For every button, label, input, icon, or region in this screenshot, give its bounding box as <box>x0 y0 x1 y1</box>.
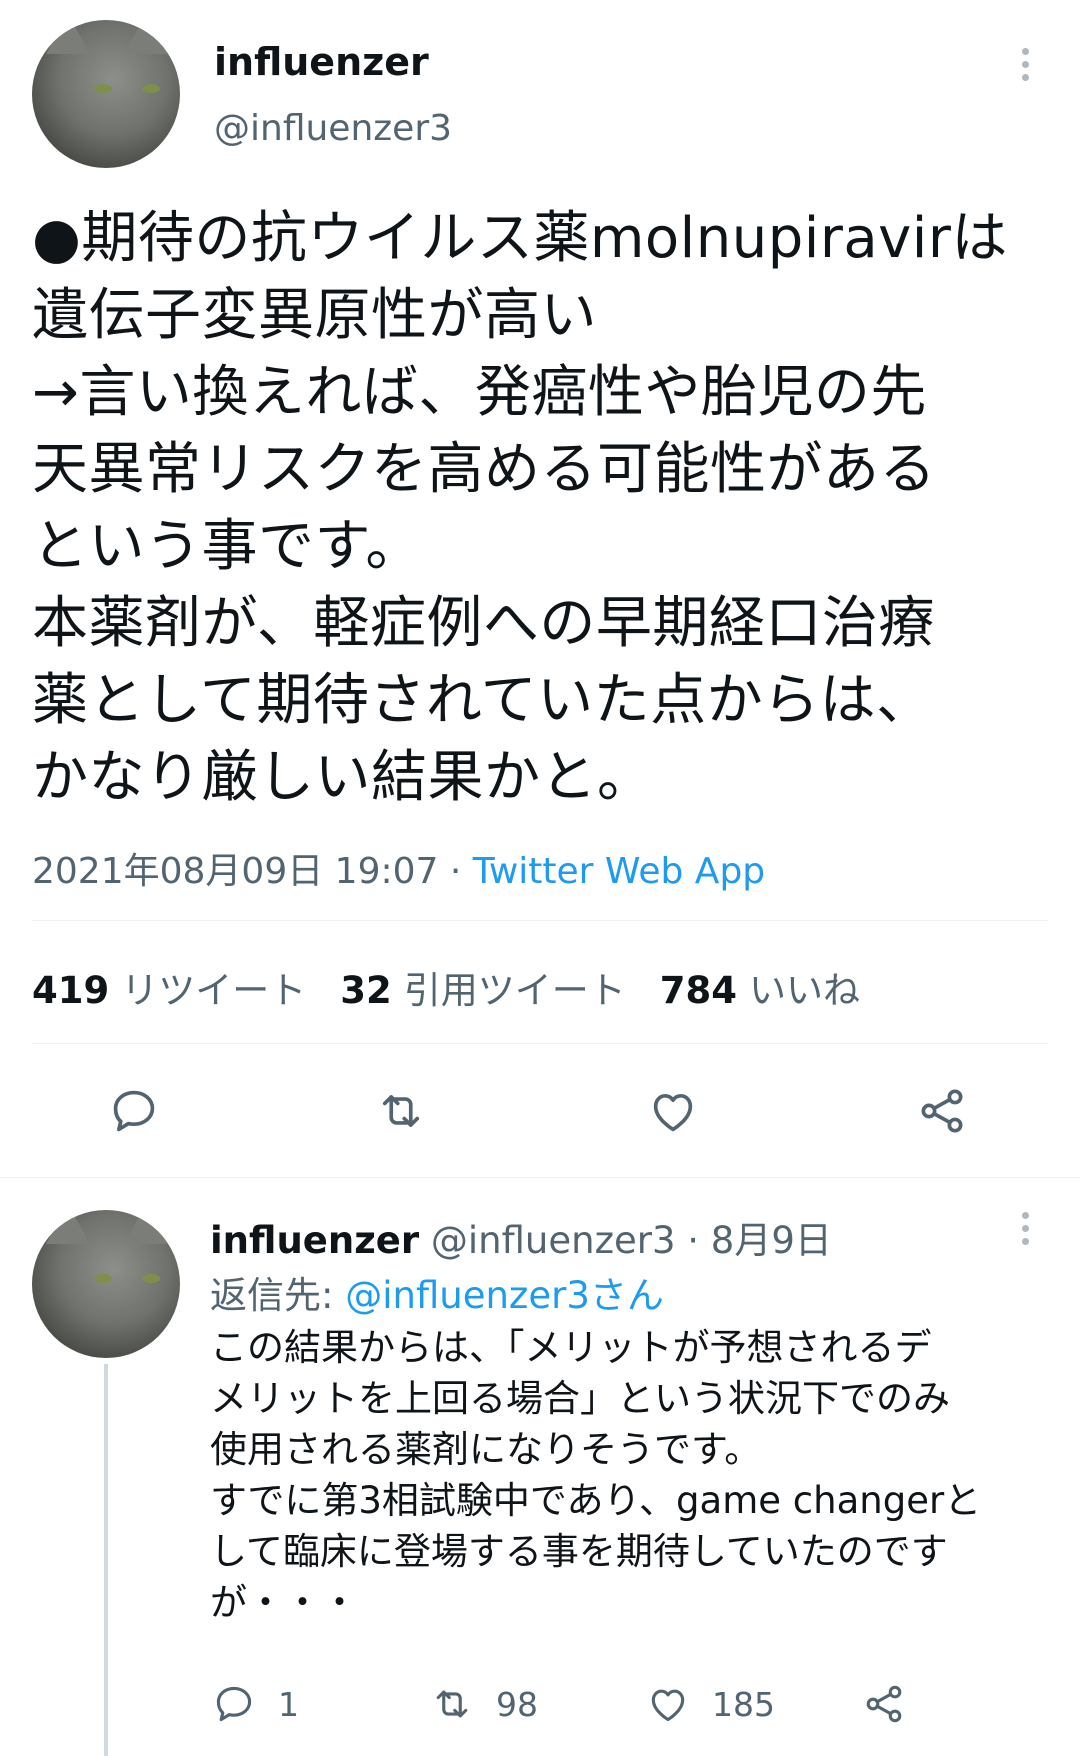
reply-count: 1 <box>278 1684 299 1724</box>
meta-separator: · <box>438 851 473 892</box>
heart-icon <box>646 1682 690 1726</box>
reply-action-like[interactable]: 185 <box>646 1682 775 1726</box>
retweets-stat[interactable]: 419 リツイート <box>32 960 306 1014</box>
reply-action-retweet[interactable]: 98 <box>428 1682 538 1726</box>
main-tweet-text: ●期待の抗ウイルス薬molnupiravirは 遺伝子変異原性が高い →言い換え… <box>32 206 1008 810</box>
main-author-name[interactable]: influenzer <box>214 40 429 84</box>
more-vertical-icon[interactable] <box>1018 1212 1032 1245</box>
reply-header: influenzer @influenzer3 · 8月9日 <box>210 1210 832 1264</box>
source-app-link[interactable]: Twitter Web App <box>473 851 765 892</box>
reply-to-prefix: 返信先: <box>210 1274 346 1317</box>
reply-author-handle[interactable]: @influenzer3 <box>431 1219 676 1262</box>
more-vertical-icon[interactable] <box>1018 48 1032 81</box>
divider <box>0 1177 1080 1178</box>
likes-label: いいね <box>748 969 860 1012</box>
divider <box>32 920 1048 921</box>
retweet-icon <box>428 1682 476 1726</box>
reply-tweet-text: この結果からは、「メリットが予想されるデ メリットを上回る場合」という状況下での… <box>210 1326 982 1624</box>
likes-count: 784 <box>659 969 737 1012</box>
retweet-count: 98 <box>496 1684 538 1724</box>
heart-icon[interactable] <box>647 1085 699 1137</box>
like-count: 185 <box>712 1684 775 1724</box>
reply-action-reply[interactable]: 1 <box>212 1682 299 1726</box>
quotes-stat[interactable]: 32 引用ツイート <box>340 960 626 1014</box>
retweets-count: 419 <box>32 969 110 1012</box>
reply-bubble-icon <box>212 1682 256 1726</box>
main-avatar[interactable] <box>32 20 180 168</box>
retweet-icon[interactable] <box>373 1085 429 1137</box>
tweet-meta: 2021年08月09日 19:07 · Twitter Web App <box>32 842 765 894</box>
thread-line <box>104 1364 108 1756</box>
quotes-label: 引用ツイート <box>403 969 626 1012</box>
tweet-timestamp[interactable]: 2021年08月09日 19:07 <box>32 851 438 892</box>
quotes-count: 32 <box>340 969 392 1012</box>
main-author-handle[interactable]: @influenzer3 <box>214 108 452 149</box>
reply-date[interactable]: · 8月9日 <box>687 1219 832 1262</box>
reply-to: 返信先: @influenzer3さん <box>210 1265 664 1319</box>
reply-bubble-icon[interactable] <box>108 1085 160 1137</box>
reply-avatar[interactable] <box>32 1210 180 1358</box>
stats-row: 419 リツイート 32 引用ツイート 784 いいね <box>32 960 860 1014</box>
share-icon[interactable] <box>862 1682 906 1726</box>
retweets-label: リツイート <box>121 969 307 1012</box>
reply-author-name[interactable]: influenzer <box>210 1219 419 1262</box>
divider <box>32 1043 1048 1044</box>
likes-stat[interactable]: 784 いいね <box>660 960 860 1014</box>
share-icon[interactable] <box>916 1085 968 1137</box>
reply-to-handle-link[interactable]: @influenzer3さん <box>345 1274 664 1317</box>
